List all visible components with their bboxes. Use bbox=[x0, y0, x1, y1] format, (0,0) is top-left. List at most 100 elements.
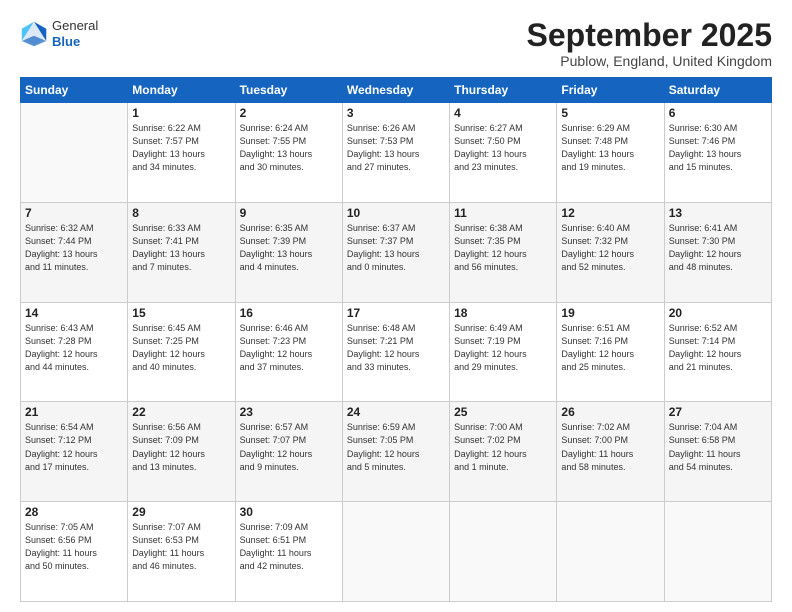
calendar-cell: 18 Sunrise: 6:49 AM Sunset: 7:19 PM Dayli… bbox=[450, 302, 557, 402]
calendar-cell bbox=[664, 502, 771, 602]
day-number: 21 bbox=[25, 405, 123, 419]
day-info: Sunrise: 6:37 AM Sunset: 7:37 PM Dayligh… bbox=[347, 222, 445, 274]
weekday-header: Tuesday bbox=[235, 78, 342, 103]
calendar-cell: 10Sunrise: 6:37 AM Sunset: 7:37 PM Dayli… bbox=[342, 202, 449, 302]
day-number: 27 bbox=[669, 405, 767, 419]
day-number: 9 bbox=[240, 206, 338, 220]
day-info: Sunrise: 6:38 AM Sunset: 7:35 PM Dayligh… bbox=[454, 222, 552, 274]
weekday-header: Sunday bbox=[21, 78, 128, 103]
day-info: Sunrise: 6:57 AM Sunset: 7:07 PM Dayligh… bbox=[240, 421, 338, 473]
day-number: 22 bbox=[132, 405, 230, 419]
day-number: 17 bbox=[347, 306, 445, 320]
page: General Blue September 2025 Publow, Engl… bbox=[0, 0, 792, 612]
day-info: Sunrise: 6:24 AM Sunset: 7:55 PM Dayligh… bbox=[240, 122, 338, 174]
calendar-cell: 4 Sunrise: 6:27 AM Sunset: 7:50 PM Daylig… bbox=[450, 103, 557, 203]
day-info: Sunrise: 6:30 AM Sunset: 7:46 PM Dayligh… bbox=[669, 122, 767, 174]
day-info: Sunrise: 6:54 AM Sunset: 7:12 PM Dayligh… bbox=[25, 421, 123, 473]
calendar-cell: 29 Sunrise: 7:07 AM Sunset: 6:53 PM Dayli… bbox=[128, 502, 235, 602]
day-info: Sunrise: 6:45 AM Sunset: 7:25 PM Dayligh… bbox=[132, 322, 230, 374]
day-number: 6 bbox=[669, 106, 767, 120]
calendar-cell: 6 Sunrise: 6:30 AM Sunset: 7:46 PM Daylig… bbox=[664, 103, 771, 203]
calendar-week-row: 28 Sunrise: 7:05 AM Sunset: 6:56 PM Dayli… bbox=[21, 502, 772, 602]
day-number: 14 bbox=[25, 306, 123, 320]
day-info: Sunrise: 7:02 AM Sunset: 7:00 PM Dayligh… bbox=[561, 421, 659, 473]
day-number: 20 bbox=[669, 306, 767, 320]
logo-icon bbox=[20, 20, 48, 48]
calendar: SundayMondayTuesdayWednesdayThursdayFrid… bbox=[20, 77, 772, 602]
calendar-cell: 27 Sunrise: 7:04 AM Sunset: 6:58 PM Dayli… bbox=[664, 402, 771, 502]
calendar-cell: 24 Sunrise: 6:59 AM Sunset: 7:05 PM Dayli… bbox=[342, 402, 449, 502]
calendar-cell: 3Sunrise: 6:26 AM Sunset: 7:53 PM Daylig… bbox=[342, 103, 449, 203]
day-info: Sunrise: 7:09 AM Sunset: 6:51 PM Dayligh… bbox=[240, 521, 338, 573]
day-info: Sunrise: 7:05 AM Sunset: 6:56 PM Dayligh… bbox=[25, 521, 123, 573]
day-info: Sunrise: 6:43 AM Sunset: 7:28 PM Dayligh… bbox=[25, 322, 123, 374]
day-number: 26 bbox=[561, 405, 659, 419]
day-number: 28 bbox=[25, 505, 123, 519]
day-info: Sunrise: 6:51 AM Sunset: 7:16 PM Dayligh… bbox=[561, 322, 659, 374]
day-info: Sunrise: 6:52 AM Sunset: 7:14 PM Dayligh… bbox=[669, 322, 767, 374]
calendar-cell: 11 Sunrise: 6:38 AM Sunset: 7:35 PM Dayli… bbox=[450, 202, 557, 302]
day-number: 16 bbox=[240, 306, 338, 320]
calendar-cell: 13 Sunrise: 6:41 AM Sunset: 7:30 PM Dayli… bbox=[664, 202, 771, 302]
title-block: September 2025 Publow, England, United K… bbox=[527, 18, 772, 69]
weekday-header: Monday bbox=[128, 78, 235, 103]
day-info: Sunrise: 6:22 AM Sunset: 7:57 PM Dayligh… bbox=[132, 122, 230, 174]
weekday-header: Wednesday bbox=[342, 78, 449, 103]
calendar-cell: 23 Sunrise: 6:57 AM Sunset: 7:07 PM Dayli… bbox=[235, 402, 342, 502]
day-info: Sunrise: 6:27 AM Sunset: 7:50 PM Dayligh… bbox=[454, 122, 552, 174]
calendar-cell bbox=[557, 502, 664, 602]
day-number: 23 bbox=[240, 405, 338, 419]
day-info: Sunrise: 7:00 AM Sunset: 7:02 PM Dayligh… bbox=[454, 421, 552, 473]
day-number: 30 bbox=[240, 505, 338, 519]
day-number: 7 bbox=[25, 206, 123, 220]
calendar-cell: 17Sunrise: 6:48 AM Sunset: 7:21 PM Dayli… bbox=[342, 302, 449, 402]
calendar-cell: 26 Sunrise: 7:02 AM Sunset: 7:00 PM Dayli… bbox=[557, 402, 664, 502]
day-info: Sunrise: 6:49 AM Sunset: 7:19 PM Dayligh… bbox=[454, 322, 552, 374]
day-info: Sunrise: 6:26 AM Sunset: 7:53 PM Dayligh… bbox=[347, 122, 445, 174]
day-number: 24 bbox=[347, 405, 445, 419]
calendar-cell: 22 Sunrise: 6:56 AM Sunset: 7:09 PM Dayli… bbox=[128, 402, 235, 502]
calendar-cell bbox=[21, 103, 128, 203]
calendar-cell: 28 Sunrise: 7:05 AM Sunset: 6:56 PM Dayli… bbox=[21, 502, 128, 602]
calendar-cell: 21 Sunrise: 6:54 AM Sunset: 7:12 PM Dayli… bbox=[21, 402, 128, 502]
header: General Blue September 2025 Publow, Engl… bbox=[20, 18, 772, 69]
calendar-cell: 2Sunrise: 6:24 AM Sunset: 7:55 PM Daylig… bbox=[235, 103, 342, 203]
calendar-cell: 14 Sunrise: 6:43 AM Sunset: 7:28 PM Dayli… bbox=[21, 302, 128, 402]
calendar-cell: 30 Sunrise: 7:09 AM Sunset: 6:51 PM Dayli… bbox=[235, 502, 342, 602]
calendar-cell: 15 Sunrise: 6:45 AM Sunset: 7:25 PM Dayli… bbox=[128, 302, 235, 402]
day-number: 25 bbox=[454, 405, 552, 419]
day-info: Sunrise: 6:35 AM Sunset: 7:39 PM Dayligh… bbox=[240, 222, 338, 274]
day-info: Sunrise: 7:07 AM Sunset: 6:53 PM Dayligh… bbox=[132, 521, 230, 573]
logo-text: General Blue bbox=[52, 18, 98, 49]
day-number: 15 bbox=[132, 306, 230, 320]
day-number: 13 bbox=[669, 206, 767, 220]
day-info: Sunrise: 6:59 AM Sunset: 7:05 PM Dayligh… bbox=[347, 421, 445, 473]
day-info: Sunrise: 6:32 AM Sunset: 7:44 PM Dayligh… bbox=[25, 222, 123, 274]
calendar-week-row: 1Sunrise: 6:22 AM Sunset: 7:57 PM Daylig… bbox=[21, 103, 772, 203]
day-info: Sunrise: 6:40 AM Sunset: 7:32 PM Dayligh… bbox=[561, 222, 659, 274]
day-info: Sunrise: 6:56 AM Sunset: 7:09 PM Dayligh… bbox=[132, 421, 230, 473]
calendar-cell: 20 Sunrise: 6:52 AM Sunset: 7:14 PM Dayli… bbox=[664, 302, 771, 402]
calendar-cell bbox=[342, 502, 449, 602]
calendar-cell: 9 Sunrise: 6:35 AM Sunset: 7:39 PM Daylig… bbox=[235, 202, 342, 302]
calendar-week-row: 14 Sunrise: 6:43 AM Sunset: 7:28 PM Dayli… bbox=[21, 302, 772, 402]
calendar-cell: 12Sunrise: 6:40 AM Sunset: 7:32 PM Dayli… bbox=[557, 202, 664, 302]
calendar-cell: 25 Sunrise: 7:00 AM Sunset: 7:02 PM Dayli… bbox=[450, 402, 557, 502]
weekday-header: Friday bbox=[557, 78, 664, 103]
day-info: Sunrise: 7:04 AM Sunset: 6:58 PM Dayligh… bbox=[669, 421, 767, 473]
day-number: 11 bbox=[454, 206, 552, 220]
day-number: 4 bbox=[454, 106, 552, 120]
day-info: Sunrise: 6:41 AM Sunset: 7:30 PM Dayligh… bbox=[669, 222, 767, 274]
day-info: Sunrise: 6:46 AM Sunset: 7:23 PM Dayligh… bbox=[240, 322, 338, 374]
calendar-cell: 19Sunrise: 6:51 AM Sunset: 7:16 PM Dayli… bbox=[557, 302, 664, 402]
calendar-cell: 5Sunrise: 6:29 AM Sunset: 7:48 PM Daylig… bbox=[557, 103, 664, 203]
day-number: 29 bbox=[132, 505, 230, 519]
weekday-header: Saturday bbox=[664, 78, 771, 103]
calendar-cell: 16 Sunrise: 6:46 AM Sunset: 7:23 PM Dayli… bbox=[235, 302, 342, 402]
calendar-cell bbox=[450, 502, 557, 602]
month-title: September 2025 bbox=[527, 18, 772, 53]
day-number: 18 bbox=[454, 306, 552, 320]
calendar-week-row: 7 Sunrise: 6:32 AM Sunset: 7:44 PM Daylig… bbox=[21, 202, 772, 302]
calendar-week-row: 21 Sunrise: 6:54 AM Sunset: 7:12 PM Dayli… bbox=[21, 402, 772, 502]
day-number: 5 bbox=[561, 106, 659, 120]
